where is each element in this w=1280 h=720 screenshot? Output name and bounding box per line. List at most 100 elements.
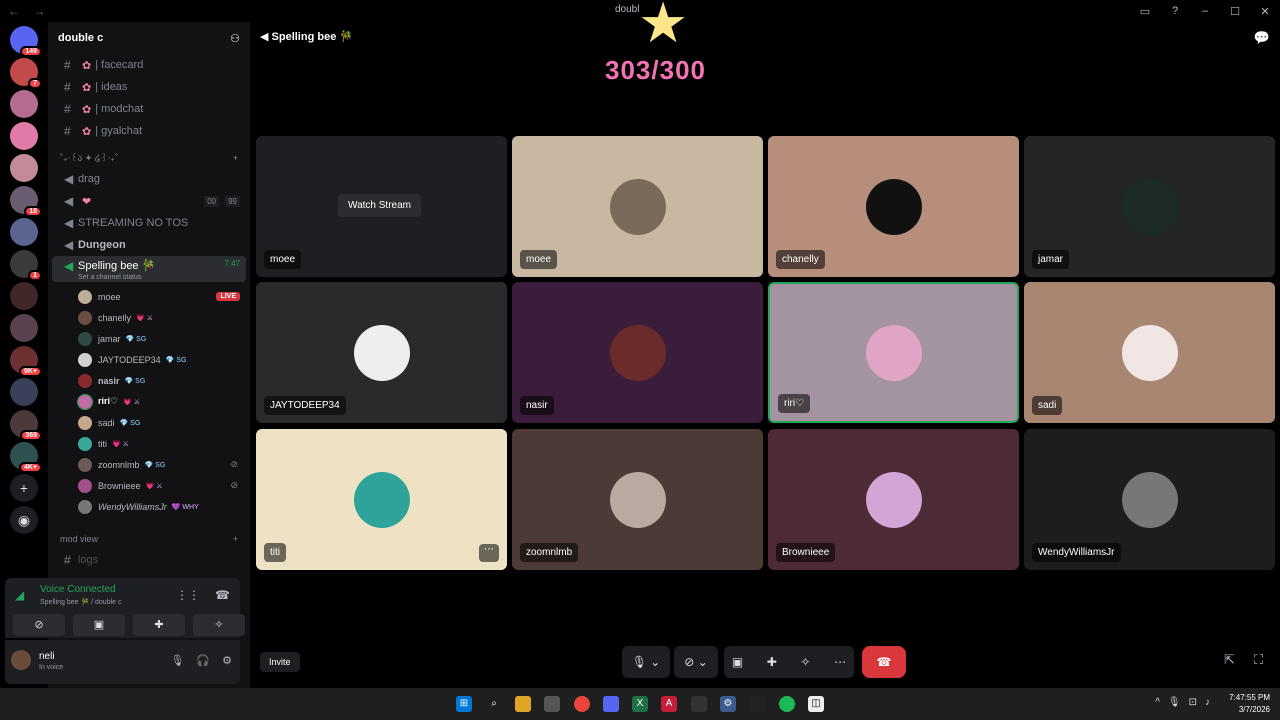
channel-facecard[interactable]: # ✿ | facecard	[52, 54, 246, 76]
file-explorer-icon[interactable]	[515, 696, 531, 712]
server-icon[interactable]	[10, 314, 38, 342]
app-icon[interactable]	[544, 696, 560, 712]
voice-member[interactable]: zoomnlmb 💎 SG ⊘	[48, 454, 250, 475]
server-icon[interactable]	[10, 282, 38, 310]
activities-icon[interactable]: ✚	[767, 655, 777, 669]
add-channel-icon[interactable]: +	[233, 153, 238, 163]
spotify-icon[interactable]	[779, 696, 795, 712]
microphone-icon[interactable]: 🎙	[1168, 697, 1181, 708]
chrome-icon[interactable]	[574, 696, 590, 712]
soundboard-icon[interactable]: ✧	[800, 655, 810, 669]
server-icon[interactable]: 1	[10, 250, 42, 281]
windows-start-icon[interactable]: ⊞	[456, 696, 472, 712]
voice-member[interactable]: titi 💗 ⚔	[48, 433, 250, 454]
channel-status[interactable]: Set a channel status	[48, 274, 250, 286]
network-icon[interactable]: ⊡	[1189, 697, 1197, 708]
headphones-icon[interactable]: 🎧	[196, 654, 210, 667]
server-icon[interactable]: 369	[10, 410, 42, 441]
voice-channel-streaming[interactable]: ◀ STREAMING NO TOS	[52, 212, 246, 234]
voice-channel-sub[interactable]: Spelling bee 🎋 / double c	[40, 598, 122, 606]
inbox-icon[interactable]: ▭	[1130, 5, 1160, 18]
voice-channel-heart[interactable]: ◀ ❤ 00 99	[52, 190, 246, 212]
video-tile[interactable]: jamar	[1024, 136, 1275, 277]
voice-member[interactable]: WendyWilliamsJr 💜 WHY	[48, 496, 250, 517]
settings-icon[interactable]: ⚙	[720, 696, 736, 712]
voice-connected-label[interactable]: Voice Connected	[40, 584, 116, 595]
adobe-icon[interactable]: A	[661, 696, 677, 712]
capcut-icon[interactable]: ◫	[808, 696, 824, 712]
add-channel-icon[interactable]: +	[233, 534, 238, 544]
channel-ideas[interactable]: # ✿ | ideas	[52, 76, 246, 98]
camera-button[interactable]: ⊘ ⌄	[674, 646, 718, 678]
voice-member[interactable]: nasir 💎 SG	[48, 370, 250, 391]
voice-member[interactable]: jamar 💎 SG	[48, 328, 250, 349]
server-icon[interactable]	[10, 154, 38, 182]
activities-button[interactable]: ✚	[133, 614, 185, 636]
discord-icon[interactable]	[603, 696, 619, 712]
server-icon[interactable]	[10, 122, 38, 150]
video-tile[interactable]: moee	[512, 136, 763, 277]
server-icon[interactable]: 18	[10, 186, 42, 217]
video-tile[interactable]: Watch Stream moee	[256, 136, 507, 277]
share-screen-button[interactable]: ▣	[73, 614, 125, 636]
server-icon[interactable]	[10, 378, 38, 406]
server-icon[interactable]: 4K+	[10, 442, 42, 473]
microphone-button[interactable]: 🎙 ⌄	[622, 646, 670, 678]
maximize-button[interactable]: ☐	[1220, 5, 1250, 18]
search-icon[interactable]: ⌕	[486, 696, 502, 712]
more-options-icon[interactable]: ⋯	[479, 544, 499, 562]
chevron-up-icon[interactable]: ^	[1155, 697, 1160, 708]
disconnect-button[interactable]: ☎	[862, 646, 906, 678]
video-tile[interactable]: riri♡	[768, 282, 1019, 423]
video-tile[interactable]: nasir	[512, 282, 763, 423]
video-tile[interactable]: JAYTODEEP34	[256, 282, 507, 423]
channel-modchat[interactable]: # ✿ | modchat	[52, 98, 246, 120]
voice-channel-dungeon[interactable]: ◀ Dungeon	[52, 234, 246, 256]
popout-icon[interactable]: ⇱	[1224, 652, 1235, 668]
channel-gyalchat[interactable]: # ✿ | gyalchat	[52, 120, 246, 142]
server-icon[interactable]: 9K+	[10, 346, 42, 377]
video-tile[interactable]: chanelly	[768, 136, 1019, 277]
video-tile[interactable]: sadi	[1024, 282, 1275, 423]
soundboard-button[interactable]: ✧	[193, 614, 245, 636]
back-icon[interactable]: ←	[8, 4, 20, 18]
app-icon[interactable]	[749, 696, 765, 712]
watch-stream-button[interactable]: Watch Stream	[338, 194, 421, 217]
close-button[interactable]: ✕	[1250, 5, 1280, 18]
more-icon[interactable]: ⋯	[834, 655, 846, 669]
signal-icon[interactable]: ◢	[15, 588, 24, 602]
voice-category[interactable]: ˚₊‧꒰ა ✦ ໒꒱‧₊˚ +	[48, 148, 250, 168]
voice-member[interactable]: moee LIVE	[48, 286, 250, 307]
mod-view-category[interactable]: mod view +	[48, 529, 250, 549]
forward-icon[interactable]: →	[33, 4, 45, 18]
add-member-icon[interactable]: ⚇	[230, 32, 240, 45]
voice-member[interactable]: chanelly 💗 ⚔	[48, 307, 250, 328]
fullscreen-icon[interactable]: ⛶	[1254, 652, 1263, 668]
microphone-icon[interactable]: 🎙	[170, 654, 184, 667]
voice-member[interactable]: sadi 💎 SG	[48, 412, 250, 433]
discover-icon[interactable]: ◉	[10, 506, 38, 534]
avatar[interactable]	[11, 650, 31, 670]
epic-icon[interactable]	[691, 696, 707, 712]
video-tile[interactable]: titi ⋯	[256, 429, 507, 570]
voice-member[interactable]: JAYTODEEP34 💎 SG	[48, 349, 250, 370]
disconnect-icon[interactable]: ☎	[215, 588, 230, 602]
minimize-button[interactable]: –	[1190, 5, 1220, 17]
excel-icon[interactable]: X	[632, 696, 648, 712]
video-tile[interactable]: zoomnlmb	[512, 429, 763, 570]
server-icon[interactable]	[10, 90, 38, 118]
server-icon[interactable]	[10, 218, 38, 246]
voice-channel-drag[interactable]: ◀ drag	[52, 168, 246, 190]
server-icon[interactable]: 7	[10, 58, 42, 89]
channel-logs[interactable]: # logs	[52, 549, 246, 571]
video-tile[interactable]: WendyWilliamsJr	[1024, 429, 1275, 570]
video-tile[interactable]: Brownieee	[768, 429, 1019, 570]
invite-button[interactable]: Invite	[260, 652, 300, 672]
settings-icon[interactable]: ⚙	[222, 654, 232, 667]
voice-member[interactable]: Brownieee 💗 ⚔ ⊘	[48, 475, 250, 496]
share-screen-icon[interactable]: ▣	[732, 655, 743, 669]
help-icon[interactable]: ?	[1160, 5, 1190, 17]
noise-suppression-icon[interactable]: ⋮⋮	[176, 588, 200, 602]
add-server-button[interactable]: +	[10, 474, 38, 502]
clock[interactable]: 7:47:55 PM 3/7/2026	[1229, 692, 1270, 716]
